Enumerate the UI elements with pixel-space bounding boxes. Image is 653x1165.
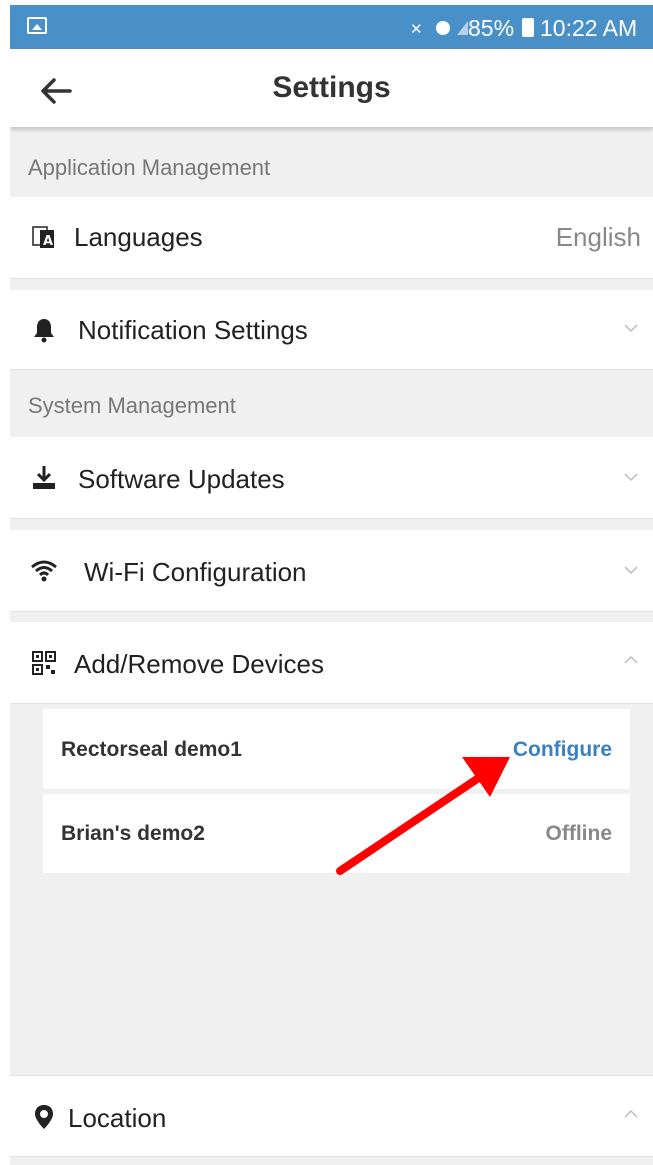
map-pin-icon: [35, 1105, 53, 1129]
languages-row[interactable]: A Languages English: [10, 197, 653, 279]
chevron-down-icon: [624, 473, 638, 482]
gallery-icon: [27, 17, 47, 34]
battery-percent: 85%: [468, 15, 515, 41]
device-row-brians-demo2: Brian's demo2 Offline: [43, 794, 630, 873]
device-name: Brian's demo2: [61, 822, 205, 845]
device-row-rectorseal-demo1: Rectorseal demo1 Configure: [43, 709, 630, 789]
configure-link[interactable]: Configure: [513, 738, 612, 762]
languages-value: English: [555, 222, 641, 252]
add-remove-devices-label: Add/Remove Devices: [74, 649, 324, 679]
app-bar: Settings: [10, 49, 653, 127]
alarm-icon: ✕: [410, 20, 468, 38]
page-title: Settings: [272, 71, 391, 104]
notification-settings-label: Notification Settings: [78, 315, 308, 345]
location-row[interactable]: Location: [10, 1075, 653, 1157]
chevron-down-icon: [624, 566, 638, 575]
chevron-down-icon: [624, 324, 638, 333]
svg-text:✕: ✕: [410, 20, 426, 38]
translate-icon: A: [32, 226, 54, 249]
chevron-up-icon: [624, 1109, 638, 1118]
clock: 10:22 AM: [540, 15, 638, 41]
status-icons: ✕: [410, 17, 470, 44]
device-status-offline: Offline: [545, 822, 613, 845]
section-header-application-management: Application Management: [28, 155, 271, 180]
download-icon: [33, 466, 55, 489]
device-name: Rectorseal demo1: [61, 738, 242, 761]
qr-code-icon: [32, 651, 56, 675]
battery-icon: [522, 18, 534, 37]
add-remove-devices-row[interactable]: Add/Remove Devices: [10, 622, 653, 704]
notification-settings-row[interactable]: Notification Settings: [10, 290, 653, 370]
software-updates-row[interactable]: Software Updates: [10, 437, 653, 519]
status-bar: ✕ 85% 10:22 AM: [10, 5, 653, 49]
wifi-configuration-label: Wi-Fi Configuration: [84, 557, 307, 587]
software-updates-label: Software Updates: [78, 464, 285, 494]
section-header-system-management: System Management: [28, 393, 236, 418]
wifi-icon: [31, 560, 57, 582]
languages-label: Languages: [74, 222, 203, 252]
svg-text:A: A: [43, 234, 53, 249]
bell-icon: [34, 319, 54, 343]
chevron-up-icon: [624, 655, 638, 664]
location-label: Location: [68, 1103, 167, 1133]
app-screen: ✕ 85% 10:22 AM Settings Application Mana…: [10, 5, 653, 1165]
wifi-configuration-row[interactable]: Wi-Fi Configuration: [10, 530, 653, 612]
